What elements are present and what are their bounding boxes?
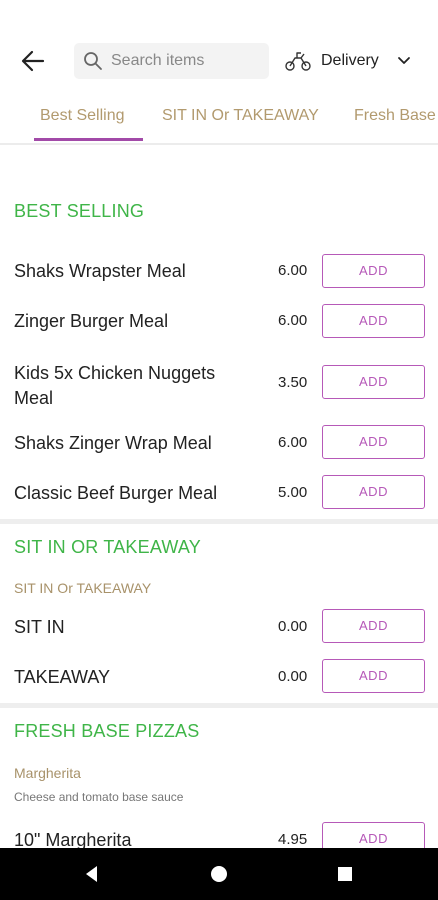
item-price: 3.50 (278, 374, 308, 391)
delivery-label: Delivery (321, 52, 379, 69)
item-name: Classic Beef Burger Meal (14, 483, 218, 503)
system-navigation-bar (0, 848, 438, 900)
section-title-sit-in-or-takeaway: SIT IN OR TAKEAWAY (14, 537, 201, 557)
back-arrow-icon[interactable] (18, 46, 48, 76)
add-button[interactable]: ADD (322, 254, 425, 288)
item-name: SIT IN (14, 617, 65, 637)
item-name: Zinger Burger Meal (14, 311, 169, 331)
subsection-description: Cheese and tomato base sauce (14, 790, 184, 804)
search-placeholder: Search items (111, 52, 205, 69)
item-price: 6.00 (278, 262, 308, 279)
item-price: 5.00 (278, 484, 308, 501)
item-name: Shaks Zinger Wrap Meal (14, 433, 212, 453)
item-price: 0.00 (278, 618, 308, 635)
add-button[interactable]: ADD (322, 475, 425, 509)
nav-home-icon[interactable] (207, 862, 231, 886)
search-icon (83, 51, 103, 71)
active-tab-indicator (34, 138, 143, 141)
category-tabs: Best Selling SIT IN Or TAKEAWAY Fresh Ba… (0, 100, 438, 142)
add-button[interactable]: ADD (322, 365, 425, 399)
search-input[interactable]: Search items (74, 43, 269, 79)
nav-back-icon[interactable] (80, 862, 104, 886)
subsection-title: Margherita (14, 765, 81, 781)
item-price: 6.00 (278, 312, 308, 329)
tab-best-selling[interactable]: Best Selling (40, 107, 125, 125)
subsection-title: SIT IN Or TAKEAWAY (14, 580, 152, 596)
item-name: TAKEAWAY (14, 667, 111, 687)
add-button[interactable]: ADD (322, 304, 425, 338)
item-price: 6.00 (278, 434, 308, 451)
delivery-mode-selector[interactable]: Delivery (284, 46, 424, 76)
add-button[interactable]: ADD (322, 609, 425, 643)
item-price: 0.00 (278, 668, 308, 685)
section-title-fresh-base-pizzas: FRESH BASE PIZZAS (14, 721, 200, 741)
section-divider (0, 519, 438, 524)
tab-sit-in-or-takeaway[interactable]: SIT IN Or TAKEAWAY (162, 107, 319, 125)
app-header: Search items Delivery Best Selling SIT I… (0, 0, 438, 145)
nav-recents-icon[interactable] (333, 862, 357, 886)
item-name: Kids 5x Chicken Nuggets Meal (14, 363, 216, 408)
tab-fresh-base[interactable]: Fresh Base (354, 107, 436, 125)
scooter-icon (284, 50, 312, 72)
chevron-down-icon (396, 53, 412, 69)
add-button[interactable]: ADD (322, 659, 425, 693)
section-divider (0, 703, 438, 708)
section-title-best-selling: BEST SELLING (14, 201, 145, 221)
add-button[interactable]: ADD (322, 425, 425, 459)
item-price: 4.95 (278, 831, 308, 848)
item-name: Shaks Wrapster Meal (14, 261, 186, 281)
